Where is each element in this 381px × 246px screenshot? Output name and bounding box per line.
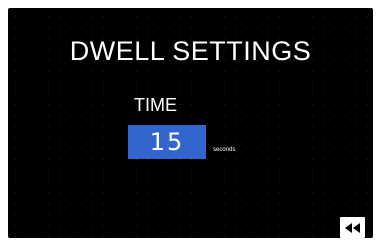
time-label: TIME	[134, 95, 177, 115]
back-button[interactable]	[340, 217, 365, 238]
page-title: DWELL SETTINGS	[69, 36, 312, 66]
time-value-field[interactable]: 15	[128, 125, 206, 159]
dwell-settings-screen: DWELL SETTINGS TIME 15 seconds	[8, 8, 373, 238]
time-unit-label: seconds	[213, 147, 236, 153]
rewind-icon	[345, 222, 360, 233]
